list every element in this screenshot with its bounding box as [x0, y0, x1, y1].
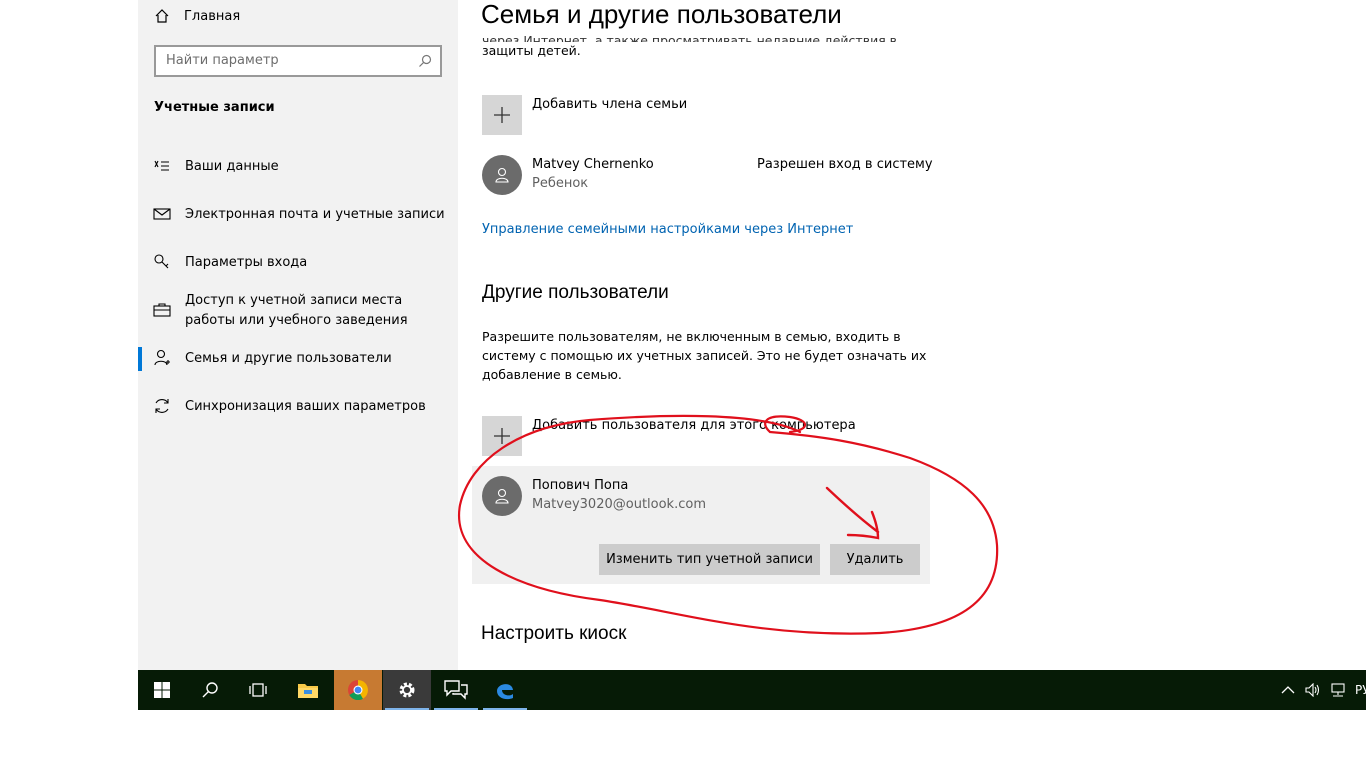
nav-item-label: Параметры входа — [185, 255, 308, 270]
family-member-status: Разрешен вход в систему — [757, 157, 933, 172]
active-indicator — [434, 708, 478, 710]
other-users-heading: Другие пользователи — [482, 282, 669, 303]
nav-item-label: Ваши данные — [185, 159, 279, 174]
language-indicator[interactable]: РУ — [1355, 683, 1366, 697]
nav-item-label: Электронная почта и учетные записи — [185, 207, 445, 222]
nav-home[interactable]: Главная — [154, 6, 240, 26]
user-icon — [495, 167, 509, 183]
add-family-label[interactable]: Добавить члена семьи — [532, 97, 687, 112]
active-indicator — [483, 708, 527, 710]
kiosk-heading[interactable]: Настроить киоск — [481, 623, 626, 645]
sync-icon — [153, 397, 171, 415]
file-explorer-button[interactable] — [284, 670, 332, 710]
search-icon — [419, 54, 432, 67]
nav-item-label: Семья и другие пользователи — [185, 351, 392, 366]
nav-section-title: Учетные записи — [154, 100, 275, 115]
chrome-icon — [348, 680, 369, 701]
file-explorer-icon — [298, 684, 318, 698]
family-member-name[interactable]: Matvey Chernenko — [532, 157, 654, 172]
person-icon — [153, 349, 171, 367]
active-indicator — [385, 708, 429, 710]
intro-cut-line: через Интернет, а также просматривать не… — [482, 33, 898, 42]
mail-icon — [153, 205, 171, 223]
other-users-description: Разрешите пользователям, не включенным в… — [482, 329, 927, 382]
settings-window: Главная Найти параметр Учетные записи Ва… — [138, 0, 1366, 670]
main-content: Семья и другие пользователи через Интерн… — [458, 0, 1366, 670]
page-title: Семья и другие пользователи — [481, 0, 842, 29]
other-user-email: Matvey3020@outlook.com — [532, 497, 706, 512]
volume-icon[interactable] — [1305, 683, 1321, 697]
change-account-type-button[interactable]: Изменить тип учетной записи — [599, 544, 820, 575]
settings-nav: Главная Найти параметр Учетные записи Ва… — [138, 0, 458, 670]
chrome-button[interactable] — [334, 670, 382, 710]
other-user-name: Попович Попа — [532, 478, 629, 493]
edge-icon — [497, 684, 513, 700]
settings-icon — [399, 682, 415, 698]
family-member-role: Ребенок — [532, 176, 589, 191]
feedback-button[interactable] — [432, 670, 480, 710]
selected-indicator — [138, 347, 142, 371]
intro-line: защиты детей. — [482, 43, 581, 58]
task-view-icon — [249, 683, 267, 697]
nav-home-label: Главная — [184, 8, 241, 24]
key-icon — [153, 253, 171, 271]
user-icon — [495, 488, 509, 504]
add-user-button[interactable] — [482, 416, 522, 456]
edge-button[interactable] — [481, 670, 529, 710]
manage-family-link[interactable]: Управление семейными настройками через И… — [482, 222, 853, 237]
start-icon — [154, 682, 170, 698]
home-icon — [155, 9, 169, 23]
settings-button[interactable] — [383, 670, 431, 710]
plus-icon — [494, 107, 510, 123]
nav-item-label: Доступ к учетной записи места работы или… — [185, 293, 408, 328]
intro-text: через Интернет, а также просматривать не… — [482, 32, 932, 60]
taskbar: РУ — [138, 670, 1366, 710]
delete-user-button[interactable]: Удалить — [830, 544, 920, 575]
plus-icon — [494, 428, 510, 444]
taskbar-search-button[interactable] — [186, 670, 234, 710]
search-placeholder: Найти параметр — [166, 53, 279, 68]
network-icon[interactable] — [1329, 683, 1347, 697]
start-button[interactable] — [138, 670, 186, 710]
avatar[interactable] — [482, 155, 522, 195]
system-tray: РУ — [1281, 670, 1366, 710]
briefcase-icon — [153, 301, 171, 319]
add-family-button[interactable] — [482, 95, 522, 135]
add-user-label[interactable]: Добавить пользователя для этого компьюте… — [532, 418, 856, 433]
task-view-button[interactable] — [234, 670, 282, 710]
avatar — [482, 476, 522, 516]
nav-item-label: Синхронизация ваших параметров — [185, 399, 426, 414]
search-icon — [202, 682, 218, 698]
feedback-icon — [444, 680, 468, 700]
person-details-icon — [153, 157, 171, 175]
chevron-up-icon[interactable] — [1281, 685, 1295, 695]
search-input[interactable]: Найти параметр — [154, 45, 442, 77]
